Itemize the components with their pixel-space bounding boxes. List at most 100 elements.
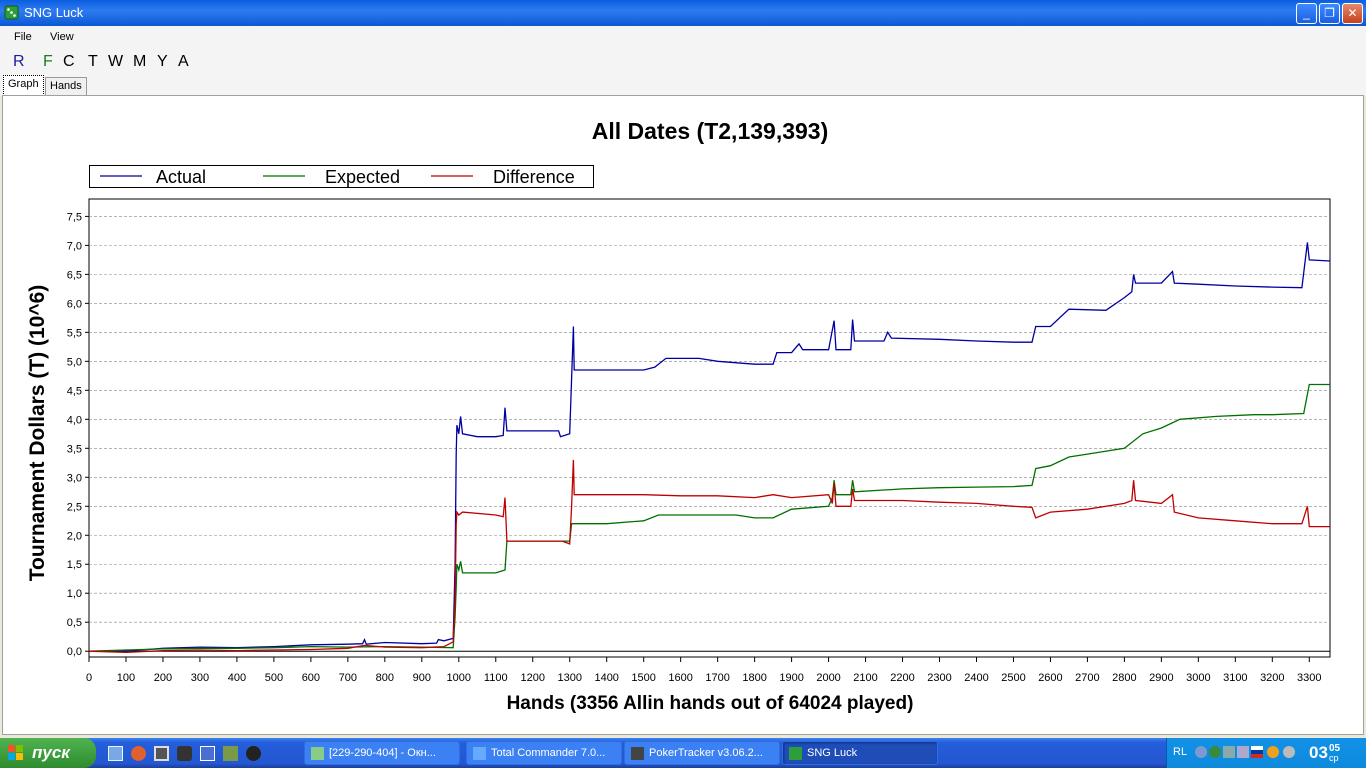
y-tick-label: 0,0 — [67, 646, 82, 658]
y-tick-label: 6,5 — [67, 269, 82, 281]
y-tick-label: 4,0 — [67, 414, 82, 426]
x-tick-label: 1100 — [484, 672, 508, 684]
toolbar-button-w[interactable]: W — [108, 53, 123, 71]
y-tick-label: 1,0 — [67, 588, 82, 600]
media-icon[interactable] — [1267, 746, 1279, 758]
x-tick-label: 1400 — [594, 672, 618, 684]
x-tick-label: 3000 — [1186, 672, 1210, 684]
tab-hands[interactable]: Hands — [45, 77, 87, 96]
y-tick-label: 4,5 — [67, 385, 82, 397]
language-indicator[interactable]: RL — [1173, 746, 1187, 758]
antivirus-icon[interactable] — [1223, 746, 1235, 758]
y-tick-label: 7,0 — [67, 240, 82, 252]
maximize-button[interactable]: ❐ — [1319, 3, 1340, 24]
x-tick-label: 1300 — [557, 672, 581, 684]
system-tray: RL 03 05 ср — [1166, 738, 1366, 768]
legend-entry: Actual — [156, 167, 206, 187]
tool-icon[interactable] — [223, 746, 238, 761]
task-app-icon — [473, 747, 486, 760]
x-tick-label: 1600 — [668, 672, 692, 684]
task-label: [229-290-404] - Окн... — [329, 747, 436, 759]
tab-graph[interactable]: Graph — [3, 75, 44, 96]
firefox-icon[interactable] — [131, 746, 146, 761]
task-label: SNG Luck — [807, 747, 858, 759]
y-tick-label: 2,5 — [67, 501, 82, 513]
close-button[interactable]: ✕ — [1342, 3, 1363, 24]
luck-chart: All Dates (T2,139,393) Actual Expected Diff… — [26, 118, 1331, 714]
y-tick-label: 0,5 — [67, 617, 82, 629]
alert-icon[interactable] — [246, 746, 261, 761]
minimize-button[interactable]: _ — [1296, 3, 1317, 24]
camera-icon[interactable] — [154, 746, 169, 761]
legend-entry: Difference — [493, 167, 575, 187]
taskbar-task[interactable]: [229-290-404] - Окн... — [304, 741, 460, 765]
toolbar-button-y[interactable]: Y — [157, 53, 168, 71]
x-tick-label: 900 — [413, 672, 431, 684]
x-axis-label: Hands (3356 Allin hands out of 64024 pla… — [507, 693, 914, 714]
plot-area — [88, 198, 1331, 658]
y-tick-label: 7,5 — [67, 211, 82, 223]
x-tick-label: 2200 — [890, 672, 914, 684]
x-tick-label: 2400 — [964, 672, 988, 684]
y-tick-label: 5,5 — [67, 327, 82, 339]
x-tick-label: 400 — [228, 672, 246, 684]
toolbar-button-f[interactable]: F — [43, 53, 53, 71]
y-axis-label: Tournament Dollars (T) (10^6) — [26, 285, 49, 582]
floppy-icon[interactable] — [200, 746, 215, 761]
toolbar: RFCTWMYA — [0, 48, 1366, 74]
x-tick-label: 2800 — [1112, 672, 1136, 684]
y-tick-label: 5,0 — [67, 356, 82, 368]
task-app-icon — [311, 747, 324, 760]
x-tick-label: 1700 — [705, 672, 729, 684]
x-tick-label: 600 — [302, 672, 320, 684]
y-tick-label: 3,0 — [67, 472, 82, 484]
x-tick-label: 1500 — [631, 672, 655, 684]
toolbar-button-t[interactable]: T — [88, 53, 98, 71]
show-desktop-icon[interactable] — [108, 746, 123, 761]
taskbar-task[interactable]: Total Commander 7.0... — [466, 741, 622, 765]
monitor-icon[interactable] — [1237, 746, 1249, 758]
y-tick-label: 3,5 — [67, 443, 82, 455]
x-tick-label: 500 — [265, 672, 283, 684]
dice-icon — [4, 5, 19, 20]
clock-hours: 03 — [1309, 743, 1328, 762]
taskbar-task[interactable]: PokerTracker v3.06.2... — [624, 741, 780, 765]
legend-entry: Expected — [325, 167, 400, 187]
volume-icon[interactable] — [1283, 746, 1295, 758]
app-icon[interactable] — [177, 746, 192, 761]
x-tick-label: 700 — [339, 672, 357, 684]
clock-day: ср — [1329, 753, 1339, 763]
task-label: Total Commander 7.0... — [491, 747, 606, 759]
toolbar-button-a[interactable]: A — [178, 53, 189, 71]
network-icon[interactable] — [1209, 746, 1221, 758]
x-tick-label: 0 — [86, 672, 92, 684]
y-tick-label: 6,0 — [67, 298, 82, 310]
task-label: PokerTracker v3.06.2... — [649, 747, 763, 759]
x-tick-label: 1900 — [779, 672, 803, 684]
chart-title: All Dates (T2,139,393) — [592, 118, 829, 144]
x-tick-label: 3100 — [1223, 672, 1247, 684]
start-label: пуск — [32, 743, 70, 762]
x-tick-label: 2100 — [853, 672, 877, 684]
toolbar-button-m[interactable]: M — [133, 53, 146, 71]
x-tick-label: 3300 — [1297, 672, 1321, 684]
menu-bar: File View — [0, 26, 1366, 48]
y-tick-label: 2,0 — [67, 530, 82, 542]
toolbar-button-c[interactable]: C — [63, 53, 75, 71]
title-bar[interactable]: SNG Luck _ ❐ ✕ — [0, 0, 1366, 26]
menu-file[interactable]: File — [14, 31, 32, 43]
flag-icon[interactable] — [1251, 746, 1263, 758]
toolbar-button-r[interactable]: R — [13, 53, 25, 71]
menu-view[interactable]: View — [50, 31, 74, 43]
x-tick-label: 2700 — [1075, 672, 1099, 684]
x-tick-label: 800 — [376, 672, 394, 684]
x-tick-label: 300 — [191, 672, 209, 684]
back-icon[interactable] — [1195, 746, 1207, 758]
window-title: SNG Luck — [24, 5, 84, 20]
x-tick-label: 200 — [154, 672, 172, 684]
task-app-icon — [789, 747, 802, 760]
taskbar-task[interactable]: SNG Luck — [782, 741, 938, 765]
x-tick-label: 1200 — [521, 672, 545, 684]
start-button[interactable]: пуск — [0, 738, 96, 768]
y-tick-label: 1,5 — [67, 559, 82, 571]
